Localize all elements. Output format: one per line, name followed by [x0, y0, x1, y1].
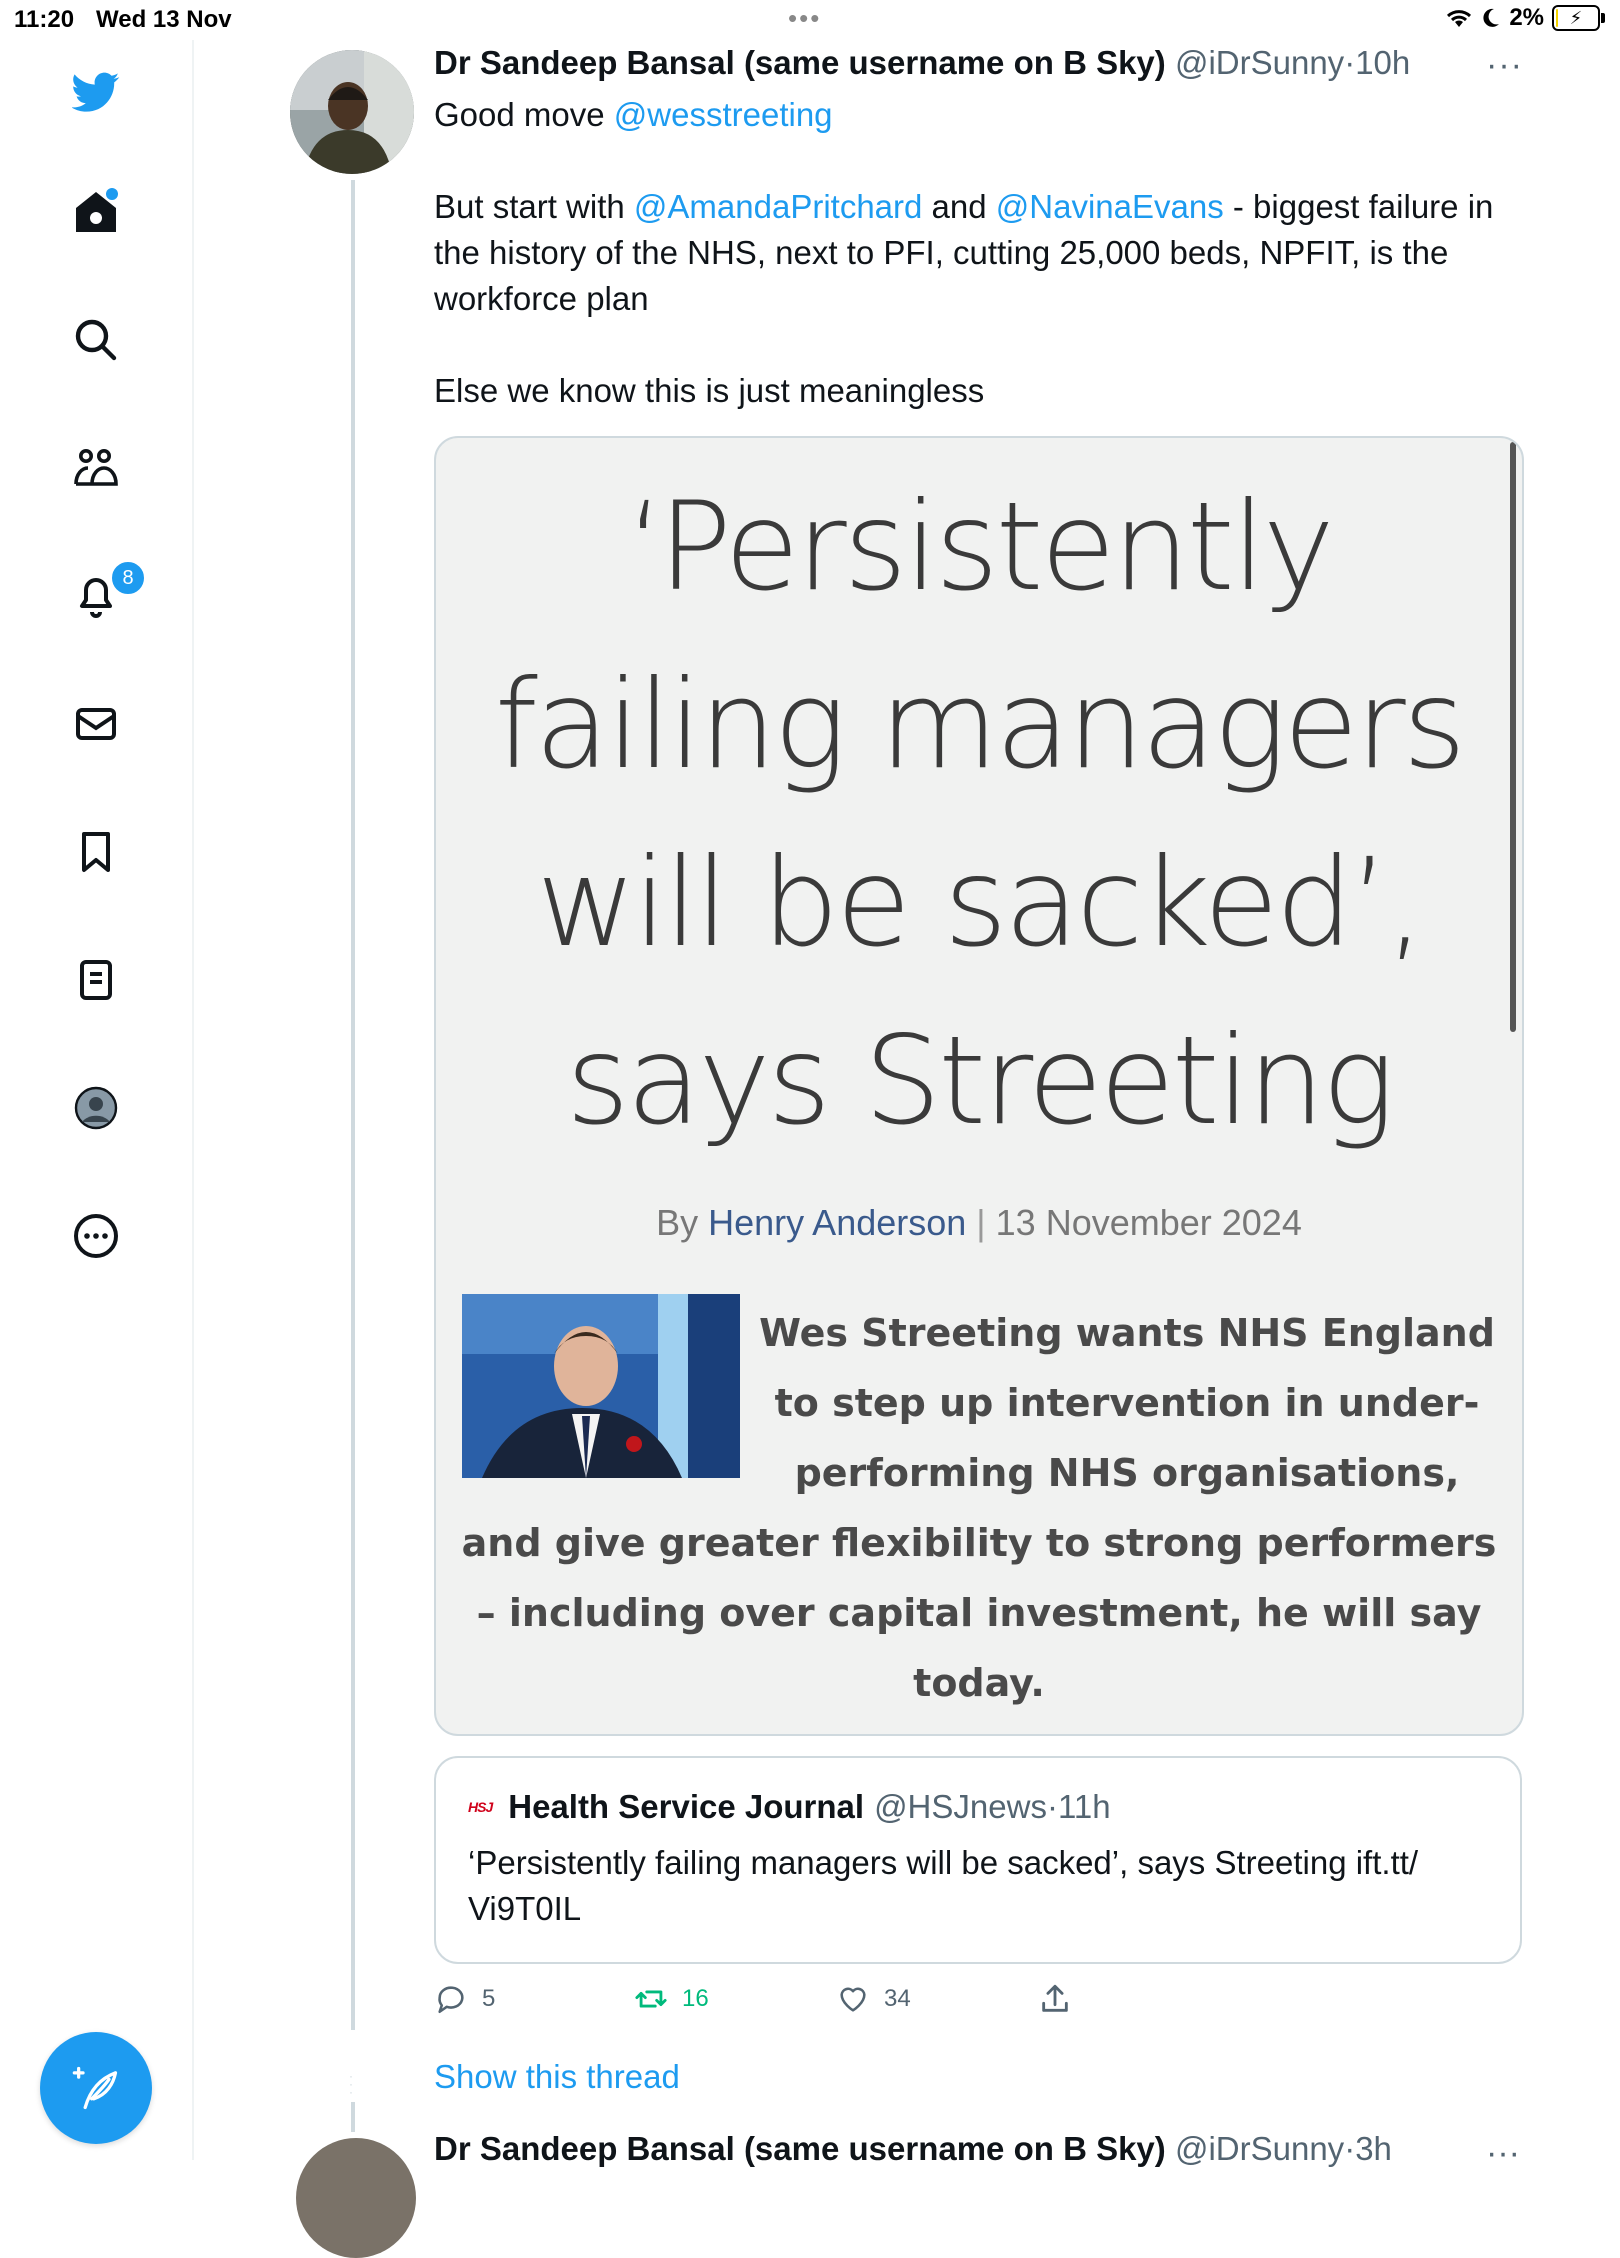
status-time: 11:20	[14, 6, 75, 33]
share-button[interactable]	[1038, 1982, 1072, 2016]
compose-button[interactable]	[40, 2032, 152, 2144]
more-circle-icon	[74, 1214, 118, 1258]
thread-line-continuation	[351, 2102, 355, 2132]
like-button[interactable]: 34	[836, 1982, 911, 2016]
tweet-actions: 5 16 34	[434, 1982, 1524, 2022]
article-standfirst: Wes Streeting wants NHS England to step …	[456, 1298, 1502, 1718]
reply-button[interactable]: 5	[434, 1982, 495, 2016]
author-handle[interactable]: @iDrSunny	[1175, 44, 1344, 81]
quoted-author-name: Health Service Journal	[508, 1788, 865, 1825]
nav-home[interactable]	[68, 184, 124, 240]
mention-link[interactable]: @AmandaPritchard	[634, 188, 922, 225]
quoted-handle-text: @HSJnews	[874, 1788, 1047, 1825]
compose-icon	[72, 2066, 118, 2110]
wifi-icon	[1447, 10, 1472, 27]
author-name[interactable]: Dr Sandeep Bansal (same username on B Sk…	[434, 44, 1166, 81]
status-right: 2% ⚡	[1445, 4, 1605, 32]
status-bar: 11:20 Wed 13 Nov ••• 2% ⚡	[0, 0, 1620, 40]
next-tweet-more-button[interactable]: ···	[1486, 2134, 1520, 2173]
mention-link[interactable]: @wesstreeting	[614, 96, 833, 133]
next-tweet-header: Dr Sandeep Bansal (same username on B Sk…	[434, 2130, 1392, 2168]
next-author-handle[interactable]: @iDrSunny	[1175, 2130, 1344, 2167]
text-segment: Else we know this is just meaningless	[434, 372, 985, 409]
tweet-text: Good move @wesstreeting But start with @…	[434, 92, 1524, 414]
tweet-time[interactable]: 10h	[1355, 44, 1410, 81]
charging-bolt-icon: ⚡	[1569, 8, 1583, 28]
moon-icon	[1483, 8, 1500, 27]
twitter-bird-icon	[72, 72, 120, 112]
battery-icon: ⚡	[1552, 5, 1605, 31]
status-date: Wed 13 Nov	[96, 6, 232, 33]
nav-profile[interactable]	[68, 1080, 124, 1136]
quoted-author-handle: @HSJnews·11h	[874, 1788, 1111, 1826]
battery-percent: 2%	[1509, 4, 1544, 31]
nav-lists[interactable]	[68, 952, 124, 1008]
lists-icon	[80, 960, 112, 1000]
reply-count: 5	[482, 1985, 496, 2012]
quoted-separator: ·	[1046, 1788, 1058, 1825]
hsj-logo: HSJ	[468, 1799, 493, 1815]
tweet-header: Dr Sandeep Bansal (same username on B Sk…	[434, 44, 1410, 82]
heart-icon	[840, 1987, 866, 2012]
communities-icon	[74, 449, 118, 486]
next-tweet-time[interactable]: 3h	[1355, 2130, 1392, 2167]
quoted-tweet-text: ‘Persistently failing managers will be s…	[468, 1844, 1419, 1927]
text-segment: Good move	[434, 96, 614, 133]
retweet-icon	[635, 1990, 667, 2008]
tweet-image[interactable]: ‘Persistently failing managers will be s…	[434, 436, 1524, 1736]
byline-prefix: By	[656, 1202, 709, 1243]
quoted-time: 11h	[1057, 1788, 1111, 1825]
article-byline: By Henry Anderson | 13 November 2024	[436, 1202, 1522, 1244]
text-segment: and	[922, 188, 996, 225]
twitter-logo[interactable]	[68, 64, 124, 120]
sidebar: 8	[0, 40, 194, 2160]
notification-count-badge: 8	[110, 560, 146, 596]
thread-line	[351, 180, 355, 2030]
next-author-name[interactable]: Dr Sandeep Bansal (same username on B Sk…	[434, 2130, 1166, 2167]
nav-more[interactable]	[68, 1208, 124, 1264]
mail-icon	[76, 708, 116, 740]
nav-search[interactable]	[68, 312, 124, 368]
next-separator: ·	[1344, 2130, 1356, 2167]
nav-notifications[interactable]: 8	[68, 560, 146, 624]
retweet-count: 16	[682, 1985, 709, 2012]
reply-icon	[438, 1986, 464, 2014]
nav-communities[interactable]	[68, 440, 124, 496]
nav-bookmarks[interactable]	[68, 824, 124, 880]
multitasking-dots-icon[interactable]: •••	[788, 5, 821, 31]
mention-link[interactable]: @NavinaEvans	[996, 188, 1224, 225]
like-count: 34	[884, 1985, 911, 2012]
battery-level	[1556, 9, 1558, 27]
avatar[interactable]	[290, 50, 414, 174]
quoted-tweet-header: HSJ Health Service Journal @HSJnews·11h	[468, 1788, 1111, 1826]
byline-separator: |	[976, 1202, 986, 1243]
home-notification-dot	[106, 188, 118, 200]
thread-dotted-connector: · · ·	[349, 2069, 353, 2099]
show-thread-link[interactable]: Show this thread	[434, 2058, 680, 2096]
search-icon	[75, 319, 117, 361]
byline-date: 13 November 2024	[995, 1202, 1302, 1243]
author-photo	[290, 50, 414, 174]
text-segment: But start with	[434, 188, 634, 225]
byline-author: Henry Anderson	[708, 1202, 967, 1243]
share-icon	[1042, 1984, 1068, 2012]
header-separator: ·	[1344, 44, 1356, 81]
profile-icon	[74, 1086, 118, 1130]
nav-messages[interactable]	[68, 696, 124, 752]
retweet-button[interactable]: 16	[634, 1982, 709, 2016]
bookmark-icon	[82, 832, 110, 872]
next-tweet-avatar[interactable]	[296, 2138, 416, 2258]
quoted-tweet[interactable]: HSJ Health Service Journal @HSJnews·11h …	[434, 1756, 1522, 1964]
tweet-more-button[interactable]: ···	[1486, 46, 1523, 85]
article-headline: ‘Persistently failing managers will be s…	[494, 476, 1466, 1152]
